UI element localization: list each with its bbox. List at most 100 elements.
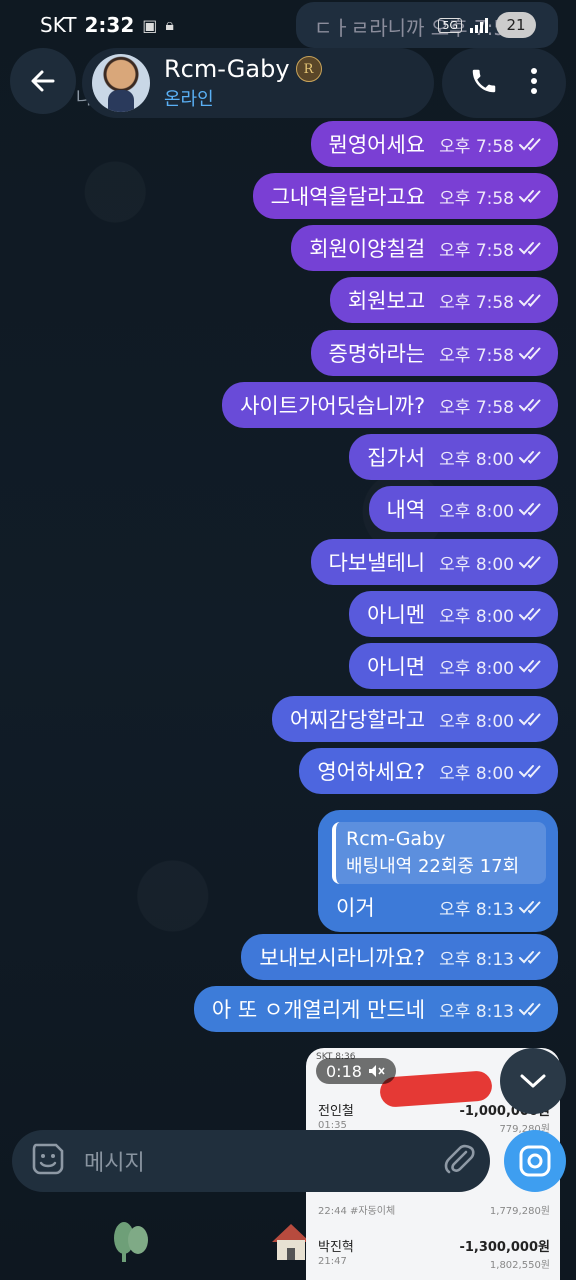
message-text: 그내역을달라고요 (270, 185, 426, 209)
transaction-time: 22:44 #자동이체 (318, 1206, 396, 1217)
message-input[interactable]: 메시지 (84, 1145, 442, 1177)
read-check-icon (519, 765, 541, 778)
scroll-down-button[interactable] (500, 1048, 566, 1114)
message-time: 오후 8:00 (439, 501, 514, 522)
more-options-button[interactable] (529, 66, 539, 100)
message-bubble[interactable]: 아 또 ㅇ개열리게 만드네 오후 8:13 (193, 986, 558, 1032)
mute-icon (368, 1065, 385, 1077)
read-check-icon (519, 951, 541, 964)
message-text: 증명하라는 (328, 342, 426, 366)
message-time: 오후 8:00 (439, 449, 514, 470)
message-bubble[interactable]: 보내보시라니까요? 오후 8:13 (241, 934, 558, 980)
phone-icon (472, 69, 496, 93)
status-time: 2:32 (84, 13, 135, 37)
attach-button[interactable] (442, 1142, 476, 1180)
sticker-icon (32, 1143, 64, 1175)
video-duration: 0:18 (316, 1058, 396, 1084)
status-bar: SKT 2:32 ▣ 🔒︎ 5G 21 (0, 0, 576, 50)
chat-info-pill[interactable]: Rcm-Gaby R 온라인 (82, 48, 434, 118)
message-bubble[interactable]: 회원보고 오후 7:58 (329, 277, 558, 323)
read-check-icon (519, 138, 541, 151)
video-duration-text: 0:18 (326, 1061, 362, 1081)
read-check-icon (519, 608, 541, 621)
online-status: 온라인 (164, 89, 214, 110)
message-time: 오후 8:13 (439, 949, 514, 970)
chevron-down-icon (520, 1074, 546, 1088)
message-bubble[interactable]: 증명하라는 오후 7:58 (310, 330, 558, 376)
message-text: 영어하세요? (317, 760, 426, 784)
message-text: 보내보시라니까요? (259, 946, 426, 970)
transaction-name: 박진혁 (318, 1240, 354, 1255)
message-bubble[interactable]: 뭔영어세요 오후 7:58 (310, 121, 558, 167)
message-bubble[interactable]: 다보낼테니 오후 8:00 (310, 539, 558, 585)
message-bubble[interactable]: 아니면 오후 8:00 (349, 643, 558, 689)
message-time: 오후 8:00 (439, 763, 514, 784)
read-check-icon (519, 713, 541, 726)
message-time: 오후 8:13 (439, 899, 514, 920)
message-bubble[interactable]: 그내역을달라고요 오후 7:58 (252, 173, 558, 219)
message-text: 아니면 (367, 655, 426, 679)
read-check-icon (519, 399, 541, 412)
message-time: 오후 7:58 (439, 240, 514, 261)
sticker-button[interactable] (30, 1141, 66, 1181)
attach-icon (444, 1144, 475, 1174)
reply-message-bubble[interactable]: Rcm-Gaby 배팅내역 22회중 17회 이거 오후 8:13 (318, 810, 558, 932)
read-check-icon (519, 347, 541, 360)
network-badge: 5G (438, 17, 462, 33)
read-check-icon (519, 660, 541, 673)
message-text: 집가서 (367, 446, 426, 470)
message-text: 어찌감당할라고 (289, 708, 426, 732)
message-text: 아니멘 (367, 603, 426, 627)
message-time: 오후 7:58 (439, 292, 514, 313)
read-check-icon (519, 190, 541, 203)
call-button[interactable] (469, 66, 499, 100)
read-check-icon (519, 556, 541, 569)
message-text: 뭔영어세요 (328, 133, 426, 157)
quoted-message[interactable]: Rcm-Gaby 배팅내역 22회중 17회 (332, 822, 546, 884)
message-time: 오후 7:58 (439, 345, 514, 366)
chat-name: Rcm-Gaby (164, 55, 290, 83)
crest-badge-icon: R (295, 56, 322, 82)
transaction-time: 21:47 (318, 1256, 347, 1267)
message-time: 오후 8:00 (439, 658, 514, 679)
avatar[interactable] (92, 54, 150, 112)
chat-header: Rcm-Gaby R 온라인 (10, 48, 566, 118)
transaction-amount: -1,300,000원 (459, 1240, 550, 1255)
read-check-icon (519, 1003, 541, 1016)
message-text: 이거 (336, 896, 375, 920)
read-check-icon (519, 451, 541, 464)
message-bubble[interactable]: 사이트가어딧습니까? 오후 7:58 (222, 382, 558, 428)
read-check-icon (519, 294, 541, 307)
message-time: 오후 7:58 (439, 397, 514, 418)
message-text: 사이트가어딧습니까? (240, 394, 426, 418)
message-time: 오후 7:58 (439, 188, 514, 209)
message-time: 오후 8:00 (439, 554, 514, 575)
message-bubble[interactable]: 어찌감당할라고 오후 8:00 (271, 696, 558, 742)
read-check-icon (519, 242, 541, 255)
camera-button[interactable] (504, 1130, 566, 1192)
quote-text: 배팅내역 22회중 17회 (346, 856, 520, 877)
camera-icon (519, 1145, 551, 1177)
battery-indicator: 21 (496, 12, 536, 38)
transaction-balance: 1,779,280원 (489, 1206, 550, 1217)
message-input-bar[interactable]: 메시지 (12, 1130, 490, 1192)
message-bubble[interactable]: 아니멘 오후 8:00 (349, 591, 558, 637)
message-time: 오후 8:00 (439, 711, 514, 732)
back-button[interactable] (10, 48, 76, 114)
transaction-name: 전인철 (318, 1104, 354, 1119)
read-check-icon (519, 901, 541, 914)
signal-icon (470, 17, 488, 33)
message-time: 오후 8:00 (439, 606, 514, 627)
message-bubble[interactable]: 내역 오후 8:00 (368, 486, 558, 532)
transaction-balance: 1,802,550원 (489, 1260, 550, 1271)
message-time: 오후 7:58 (439, 136, 514, 157)
message-bubble[interactable]: 집가서 오후 8:00 (349, 434, 558, 480)
message-text: 회원보고 (347, 289, 426, 313)
message-bubble[interactable]: 영어하세요? 오후 8:00 (299, 748, 558, 794)
back-arrow-icon (31, 70, 55, 92)
read-check-icon (519, 503, 541, 516)
message-text: 아 또 ㅇ개열리게 만드네 (211, 998, 426, 1022)
transaction-sub-row: 21:47 1,802,550원 (318, 1256, 550, 1271)
message-bubble[interactable]: 회원이양칠걸 오후 7:58 (291, 225, 558, 271)
message-text: 내역 (386, 498, 426, 522)
